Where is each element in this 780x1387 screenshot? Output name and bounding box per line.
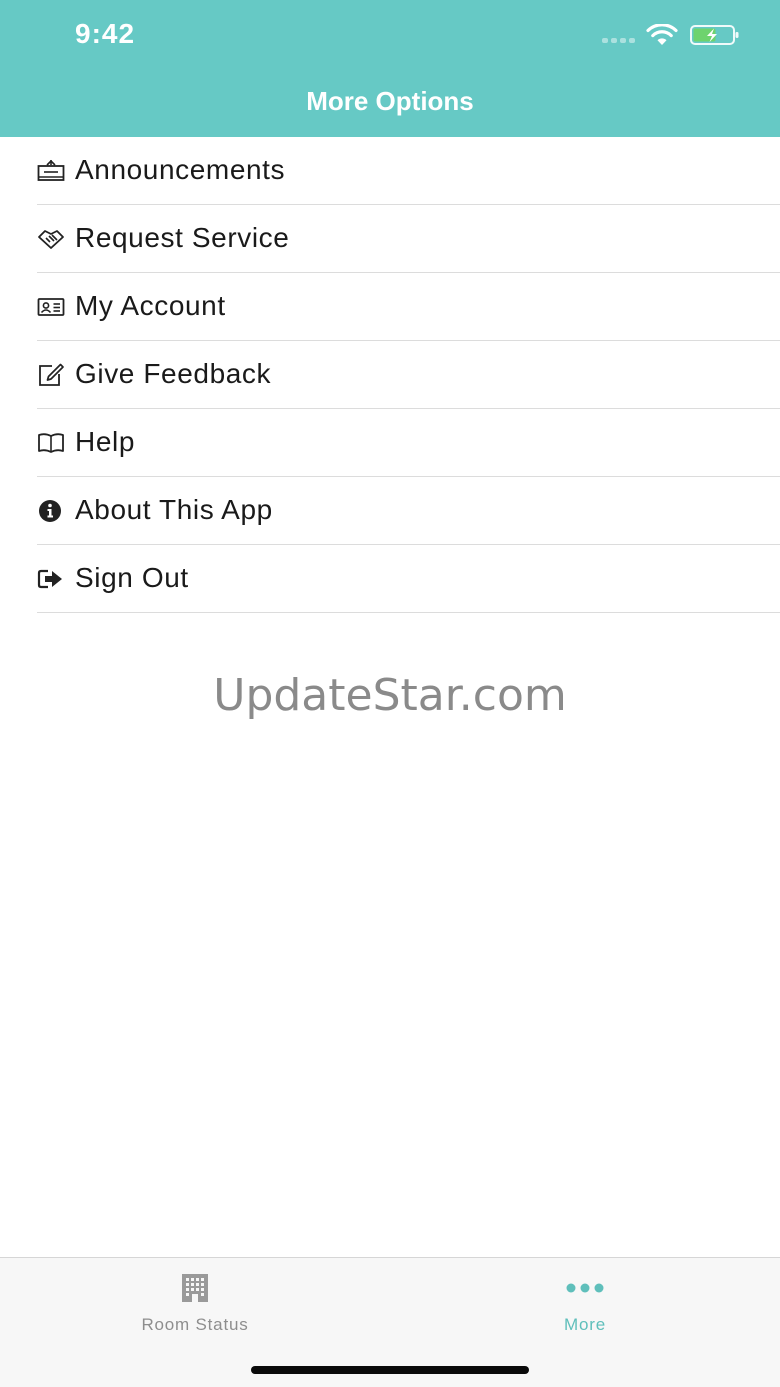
ellipsis-icon (566, 1283, 604, 1293)
menu-item-announcements[interactable]: Announcements (0, 137, 780, 205)
page-title: More Options (306, 86, 474, 116)
book-icon (38, 433, 64, 453)
cellular-signal-icon (602, 38, 635, 43)
tab-more[interactable]: More (390, 1258, 780, 1348)
watermark-text: UpdateStar.com (213, 670, 567, 721)
home-indicator[interactable] (251, 1366, 529, 1374)
tab-label: More (564, 1315, 606, 1334)
sign-out-icon (37, 569, 62, 589)
menu-item-help[interactable]: Help (0, 409, 780, 477)
tab-label: Room Status (141, 1315, 249, 1334)
handshake-icon (38, 230, 64, 249)
menu-label: About This App (75, 494, 273, 525)
menu-item-sign-out[interactable]: Sign Out (0, 545, 780, 613)
menu-label: Help (75, 426, 135, 457)
info-icon (39, 500, 61, 522)
battery-charging-icon (690, 25, 739, 45)
more-options-screen: 9:42 More Options Announcements Request … (0, 0, 780, 1387)
menu-item-give-feedback[interactable]: Give Feedback (0, 341, 780, 409)
wifi-icon (646, 24, 678, 45)
announcement-sign-icon (37, 159, 65, 181)
menu-label: My Account (75, 290, 226, 321)
menu-item-about-this-app[interactable]: About This App (0, 477, 780, 545)
menu-label: Sign Out (75, 562, 189, 593)
menu-label: Announcements (75, 154, 286, 185)
status-time: 9:42 (75, 18, 136, 49)
menu-item-my-account[interactable]: My Account (0, 273, 780, 341)
edit-icon (39, 363, 64, 386)
building-icon (182, 1274, 208, 1302)
header: 9:42 More Options (0, 0, 780, 137)
menu-item-request-service[interactable]: Request Service (0, 205, 780, 273)
menu-label: Give Feedback (75, 358, 272, 389)
menu-label: Request Service (75, 222, 290, 253)
options-menu: Announcements Request Service My Account (0, 137, 780, 613)
id-card-icon (37, 298, 65, 316)
tab-room-status[interactable]: Room Status (0, 1258, 390, 1348)
